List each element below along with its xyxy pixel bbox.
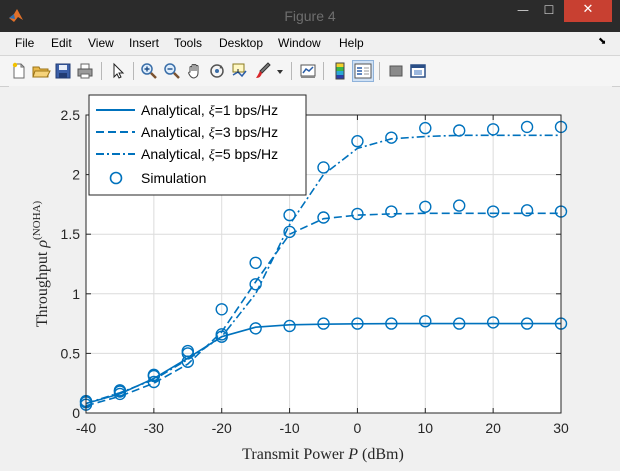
- menu-window[interactable]: Window: [278, 36, 321, 50]
- legend-icon[interactable]: [352, 60, 374, 82]
- x-tick-label: -10: [279, 420, 299, 436]
- legend-label-xi5: Analytical, ξ=5 bps/Hz: [141, 146, 278, 163]
- y-tick-labels: 0 0.5 1 1.5 2 2.5: [61, 107, 81, 421]
- toolbar-separator: [133, 62, 134, 80]
- toolbar-separator: [291, 62, 292, 80]
- x-tick-label: 0: [354, 420, 362, 436]
- rotate-3d-icon[interactable]: [207, 61, 227, 81]
- brush-icon[interactable]: [253, 61, 273, 81]
- x-axis-label: Transmit Power P (dBm): [242, 446, 404, 463]
- brush-dropdown-icon[interactable]: [275, 61, 285, 81]
- menu-edit[interactable]: Edit: [51, 36, 72, 50]
- y-tick-label: 1.5: [61, 226, 81, 242]
- pan-icon[interactable]: [185, 61, 205, 81]
- x-tick-label: 10: [417, 420, 433, 436]
- menu-help[interactable]: Help: [339, 36, 364, 50]
- legend-label-xi1: Analytical, ξ=1 bps/Hz: [141, 102, 278, 119]
- colorbar-icon[interactable]: [330, 61, 350, 81]
- minimize-button[interactable]: —: [510, 0, 536, 22]
- toolbar-separator: [101, 62, 102, 80]
- show-plot-tools-icon[interactable]: [408, 61, 428, 81]
- y-axis-label: Throughput ρ(NOHA): [31, 200, 51, 327]
- y-tick-label: 2.5: [61, 107, 81, 123]
- legend-label-simulation: Simulation: [141, 170, 206, 186]
- zoom-in-icon[interactable]: [139, 61, 159, 81]
- menu-view[interactable]: View: [88, 36, 114, 50]
- throughput-plot[interactable]: -40 -30 -20 -10 0 10 20 30 0 0.5 1 1.5 2 2.5 Transmi…: [9, 86, 612, 465]
- x-tick-label: 20: [485, 420, 501, 436]
- title-bar[interactable]: Figure 4 — ☐ ✕: [0, 0, 620, 32]
- new-figure-icon[interactable]: [9, 61, 29, 81]
- maximize-button[interactable]: ☐: [536, 0, 562, 22]
- figure-canvas: -40 -30 -20 -10 0 10 20 30 0 0.5 1 1.5 2 2.5 Transmi…: [9, 86, 612, 465]
- print-icon[interactable]: [75, 61, 95, 81]
- link-plot-icon[interactable]: [298, 61, 318, 81]
- legend[interactable]: Analytical, ξ=1 bps/Hz Analytical, ξ=3 b…: [88, 94, 307, 196]
- x-tick-label: -20: [212, 420, 232, 436]
- data-cursor-icon[interactable]: [229, 61, 249, 81]
- figure-window: Figure 4 — ☐ ✕ File Edit View Insert Too…: [0, 0, 620, 471]
- x-tick-labels: -40 -30 -20 -10 0 10 20 30: [76, 420, 569, 436]
- y-tick-label: 0: [72, 405, 80, 421]
- menu-desktop[interactable]: Desktop: [219, 36, 263, 50]
- zoom-out-icon[interactable]: [162, 61, 182, 81]
- y-tick-label: 1: [72, 286, 80, 302]
- save-icon[interactable]: [53, 61, 73, 81]
- open-file-icon[interactable]: [31, 61, 51, 81]
- legend-label-xi3: Analytical, ξ=3 bps/Hz: [141, 124, 278, 141]
- x-tick-label: 30: [553, 420, 569, 436]
- close-button[interactable]: ✕: [564, 0, 612, 22]
- dock-figure-icon[interactable]: ⬊: [598, 36, 606, 47]
- hide-plot-tools-icon[interactable]: [386, 61, 406, 81]
- menu-bar: File Edit View Insert Tools Desktop Wind…: [0, 32, 620, 54]
- x-tick-label: -30: [144, 420, 164, 436]
- toolbar-separator: [323, 62, 324, 80]
- figure-toolbar: [0, 55, 620, 87]
- toolbar-separator: [379, 62, 380, 80]
- y-tick-label: 2: [72, 167, 80, 183]
- pointer-icon[interactable]: [108, 61, 128, 81]
- menu-insert[interactable]: Insert: [129, 36, 159, 50]
- x-tick-label: -40: [76, 420, 96, 436]
- menu-file[interactable]: File: [15, 36, 34, 50]
- y-tick-label: 0.5: [61, 345, 81, 361]
- menu-tools[interactable]: Tools: [174, 36, 202, 50]
